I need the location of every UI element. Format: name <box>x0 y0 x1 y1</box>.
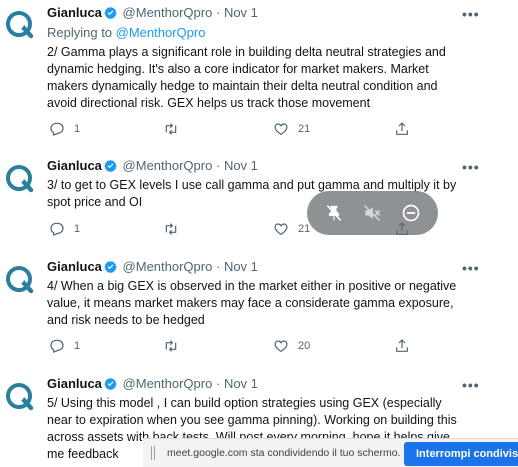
retweet-icon <box>165 340 177 352</box>
like-count: 21 <box>298 123 311 135</box>
stop-sharing-button[interactable]: Interrompi condivisione <box>404 442 518 466</box>
reply-icon <box>50 222 64 236</box>
separator-dot: · <box>215 5 221 20</box>
more-options-icon[interactable]: ••• <box>462 160 480 174</box>
more-options-icon[interactable]: ••• <box>462 261 480 275</box>
heart-icon <box>274 123 288 136</box>
floating-call-controls <box>307 191 438 235</box>
mute-icon[interactable] <box>362 203 382 223</box>
menthorq-logo-icon <box>6 165 34 193</box>
tweet-2[interactable]: Gianluca @MenthorQpro · Nov 1 ••• 3/ to … <box>0 150 518 250</box>
separator-dot: · <box>215 376 221 391</box>
like-count: 21 <box>298 223 311 235</box>
replying-to-label: Replying to <box>47 25 116 40</box>
share-message: meet.google.com sta condividendo il tuo … <box>167 447 401 459</box>
reply-count: 1 <box>74 340 81 352</box>
tweet-header: Gianluca @MenthorQpro · Nov 1 <box>47 376 258 392</box>
replying-to: Replying to @MenthorQpro <box>47 25 205 40</box>
retweet-button[interactable] <box>163 121 188 137</box>
screen-share-bar: meet.google.com sta condividendo il tuo … <box>143 438 518 467</box>
tweet-3[interactable]: Gianluca @MenthorQpro · Nov 1 ••• 4/ Whe… <box>0 250 518 367</box>
avatar[interactable] <box>4 163 34 193</box>
tweet-header: Gianluca @MenthorQpro · Nov 1 <box>47 259 258 275</box>
verified-badge-icon <box>104 377 117 390</box>
author-handle[interactable]: @MenthorQpro <box>123 259 213 274</box>
author-handle[interactable]: @MenthorQpro <box>123 5 213 20</box>
tweet-actions: 1 21 <box>47 121 417 139</box>
verified-badge-icon <box>104 6 117 19</box>
author-name[interactable]: Gianluca <box>47 5 102 20</box>
reply-count: 1 <box>74 123 81 135</box>
menthorq-logo-icon <box>6 11 34 39</box>
like-button[interactable]: 20 <box>273 338 310 354</box>
tweet-time[interactable]: Nov 1 <box>224 158 258 173</box>
avatar[interactable] <box>4 9 34 39</box>
replying-to-link[interactable]: @MenthorQpro <box>116 25 206 40</box>
heart-icon <box>274 340 288 353</box>
verified-badge-icon <box>104 159 117 172</box>
reply-button[interactable]: 1 <box>49 221 80 237</box>
tweet-text: 4/ When a big GEX is observed in the mar… <box>47 279 457 327</box>
tweet-time[interactable]: Nov 1 <box>224 259 258 274</box>
retweet-icon <box>165 223 177 235</box>
author-handle[interactable]: @MenthorQpro <box>123 376 213 391</box>
more-options-icon[interactable]: ••• <box>462 378 480 392</box>
menthorq-logo-icon <box>6 383 34 411</box>
reply-button[interactable]: 1 <box>49 121 80 137</box>
author-handle[interactable]: @MenthorQpro <box>123 158 213 173</box>
remove-icon[interactable] <box>401 203 421 223</box>
heart-icon <box>274 223 288 236</box>
avatar[interactable] <box>4 264 34 294</box>
author-name[interactable]: Gianluca <box>47 158 102 173</box>
share-button[interactable] <box>394 338 410 354</box>
separator-dot: · <box>215 259 221 274</box>
tweet-time[interactable]: Nov 1 <box>224 376 258 391</box>
verified-badge-icon <box>104 260 117 273</box>
reply-icon <box>50 122 64 136</box>
share-button[interactable] <box>394 121 410 137</box>
pin-off-icon[interactable] <box>324 203 344 223</box>
tweet-1[interactable]: Gianluca @MenthorQpro · Nov 1 ••• Replyi… <box>0 0 518 150</box>
share-icon <box>396 339 408 352</box>
reply-count: 1 <box>74 223 81 235</box>
drag-handle-icon[interactable] <box>151 446 155 460</box>
author-name[interactable]: Gianluca <box>47 376 102 391</box>
share-icon <box>396 122 408 135</box>
like-button[interactable]: 21 <box>273 221 310 237</box>
like-count: 20 <box>298 340 311 352</box>
tweet-time[interactable]: Nov 1 <box>224 5 258 20</box>
retweet-icon <box>165 123 177 135</box>
retweet-button[interactable] <box>163 338 188 354</box>
reply-button[interactable]: 1 <box>49 338 80 354</box>
tweet-text: 2/ Gamma plays a significant role in bui… <box>47 45 446 110</box>
tweet-header: Gianluca @MenthorQpro · Nov 1 <box>47 158 258 174</box>
more-options-icon[interactable]: ••• <box>462 7 480 21</box>
author-name[interactable]: Gianluca <box>47 259 102 274</box>
tweet-header: Gianluca @MenthorQpro · Nov 1 <box>47 5 258 21</box>
tweet-actions: 1 20 <box>47 338 417 356</box>
separator-dot: · <box>215 158 221 173</box>
menthorq-logo-icon <box>6 266 34 294</box>
retweet-button[interactable] <box>163 221 188 237</box>
reply-icon <box>50 339 64 353</box>
avatar[interactable] <box>4 381 34 411</box>
like-button[interactable]: 21 <box>273 121 310 137</box>
